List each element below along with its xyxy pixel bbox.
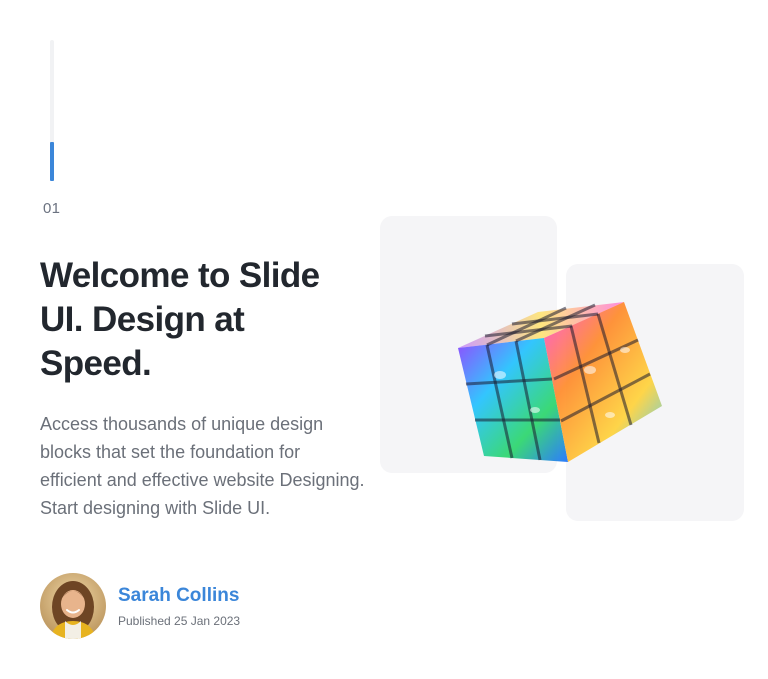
avatar-photo (40, 573, 106, 639)
author-avatar[interactable] (40, 573, 106, 639)
slide-progress-fill (50, 141, 54, 181)
slide-progress-track (50, 40, 54, 181)
glass-rubiks-cube-illustration (458, 302, 662, 462)
slide-number: 01 (43, 200, 61, 217)
publish-date: Published 25 Jan 2023 (118, 614, 241, 628)
author-name-link[interactable]: Sarah Collins (118, 585, 239, 607)
hero-description: Access thousands of unique design blocks… (40, 414, 365, 518)
hero-headline: Welcome to Slide UI. Design at Speed. (40, 256, 320, 383)
slide-page: 01 Welcome to Slide UI. Design at Speed.… (0, 0, 768, 679)
